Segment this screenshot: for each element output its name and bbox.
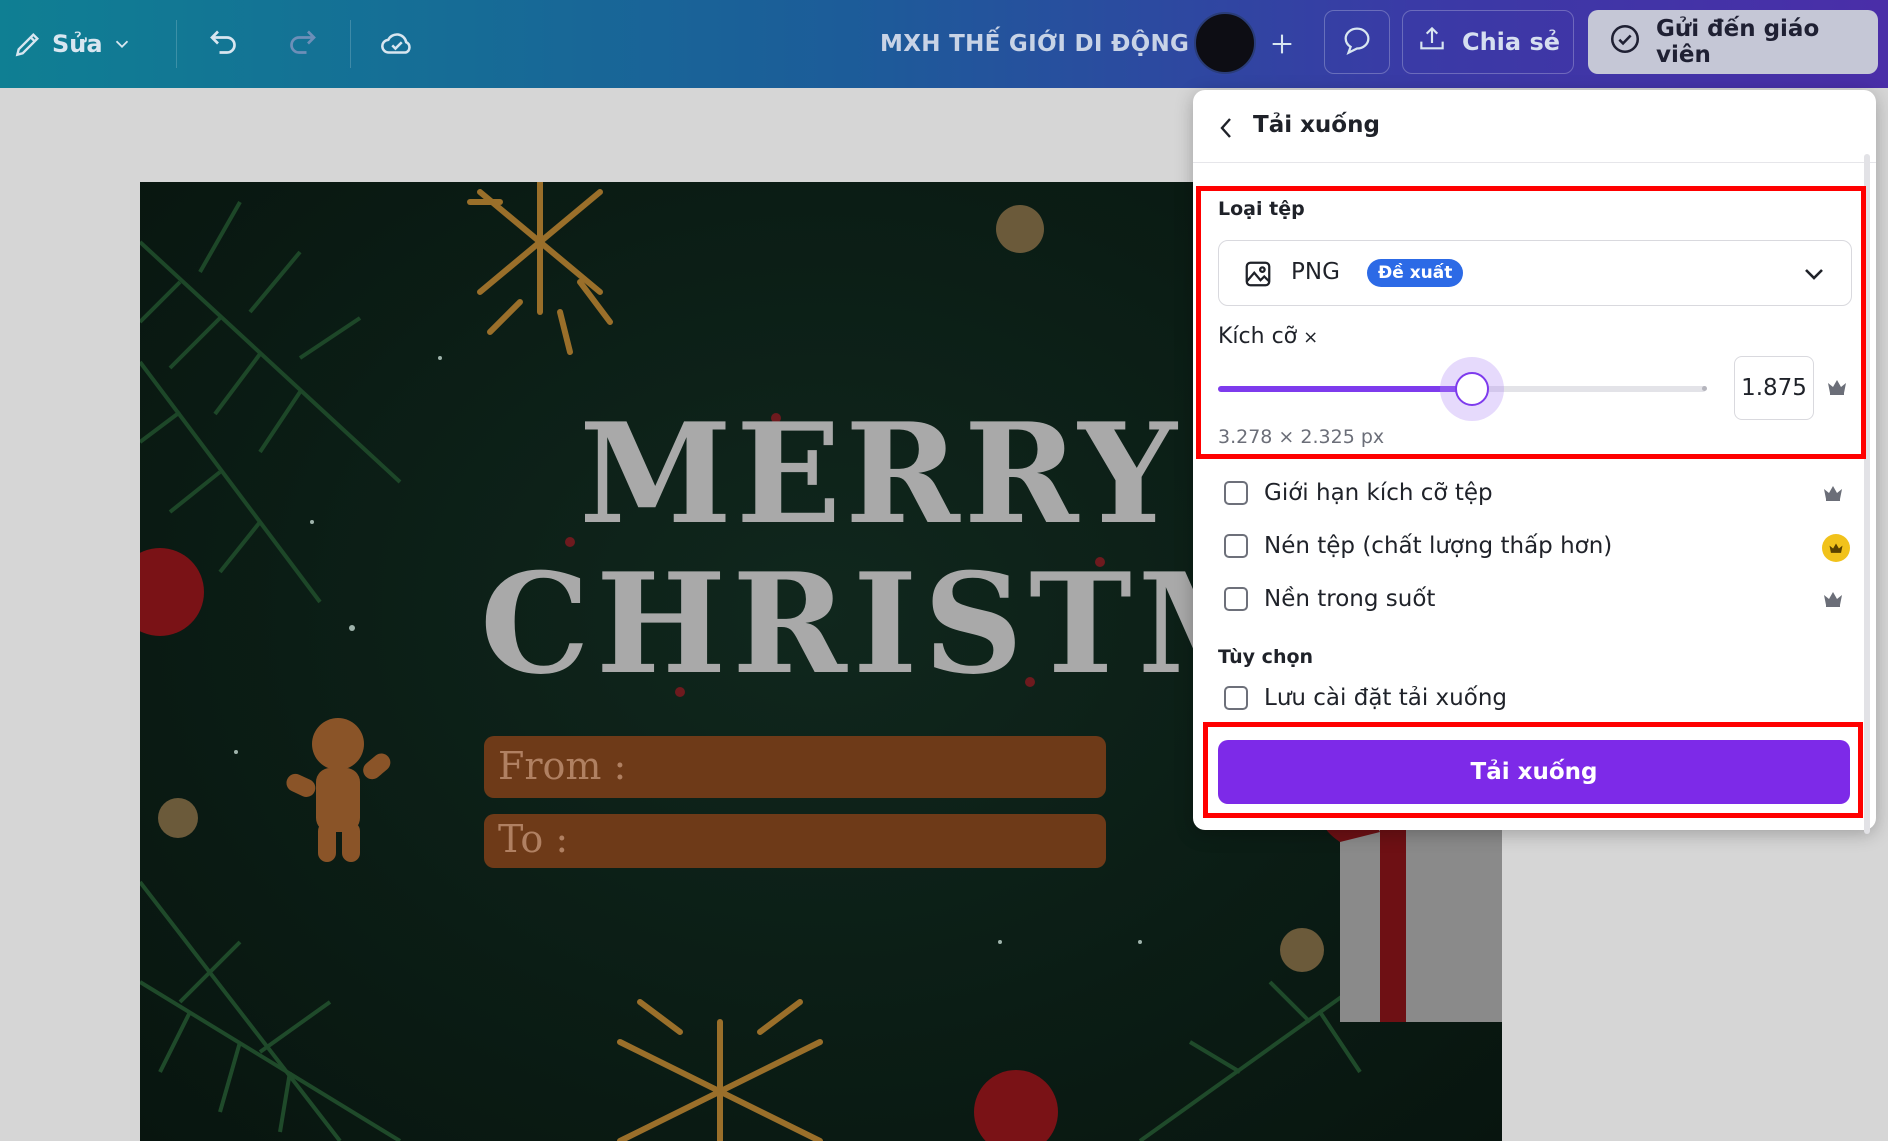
gift-box-decoration [1322, 802, 1502, 1022]
pine-branch-decoration [140, 880, 402, 1141]
premium-crown-icon [1822, 534, 1850, 562]
limit-file-size-option[interactable]: Giới hạn kích cỡ tệp [1224, 480, 1493, 506]
plus-icon [1268, 30, 1296, 58]
option-label: Giới hạn kích cỡ tệp [1264, 480, 1493, 506]
edit-menu-button[interactable]: Sửa [12, 24, 133, 64]
to-field: To : [484, 814, 1106, 868]
ornament-decoration [996, 205, 1044, 253]
cloud-check-icon [378, 24, 416, 62]
option-label: Nền trong suốt [1264, 586, 1436, 612]
options-section-label: Tùy chọn [1218, 646, 1314, 668]
pencil-icon [12, 28, 44, 60]
add-collaborator-button[interactable] [1262, 24, 1302, 64]
greeting-line-1: MERRY [579, 392, 1181, 555]
pine-branch-decoration [140, 201, 402, 604]
checkbox[interactable] [1224, 686, 1248, 710]
document-title[interactable]: MXH THẾ GIỚI DI ĐỘNG [880, 24, 1189, 64]
snowflake-decoration [467, 182, 613, 355]
panel-title: Tải xuống [1253, 112, 1380, 138]
gingerbread-decoration [286, 718, 391, 862]
redo-icon [284, 24, 320, 60]
undo-icon [206, 24, 242, 60]
check-circle-icon [1608, 22, 1642, 62]
ornament-decoration [158, 798, 198, 838]
redo-button[interactable] [284, 24, 320, 60]
ornament-decoration [974, 1070, 1058, 1141]
comment-button[interactable] [1324, 10, 1390, 74]
divider [176, 20, 177, 68]
compress-file-option[interactable]: Nén tệp (chất lượng thấp hơn) [1224, 533, 1612, 559]
upload-icon [1416, 23, 1448, 61]
highlight-box-file-settings [1196, 186, 1866, 459]
checkbox[interactable] [1224, 534, 1248, 558]
highlight-box-download-button [1203, 722, 1863, 818]
back-arrow-icon[interactable] [1217, 116, 1237, 140]
from-field: From : [484, 736, 1106, 798]
option-label: Nén tệp (chất lượng thấp hơn) [1264, 533, 1613, 559]
divider [350, 20, 351, 68]
comment-icon [1340, 23, 1374, 61]
avatar[interactable] [1194, 12, 1256, 74]
cloud-save-button[interactable] [378, 24, 416, 62]
premium-crown-icon [1822, 484, 1844, 506]
send-label: Gửi đến giáo viên [1656, 16, 1820, 68]
chevron-down-icon [111, 33, 133, 55]
option-label: Lưu cài đặt tải xuống [1264, 685, 1507, 711]
checkbox[interactable] [1224, 587, 1248, 611]
save-download-settings-option[interactable]: Lưu cài đặt tải xuống [1224, 685, 1507, 711]
send-to-teacher-button[interactable]: Gửi đến giáo viên [1588, 10, 1878, 74]
top-bar: Sửa MXH THẾ GIỚI DI ĐỘNG Chia sẻ Gửi đến… [0, 0, 1888, 88]
undo-button[interactable] [206, 24, 242, 60]
checkbox[interactable] [1224, 481, 1248, 505]
edit-label: Sửa [52, 30, 103, 58]
ornament-decoration [1280, 928, 1324, 972]
panel-header: Tải xuống [1193, 90, 1876, 163]
share-button[interactable]: Chia sẻ [1402, 10, 1574, 74]
ornament-decoration [140, 548, 204, 636]
share-label: Chia sẻ [1461, 28, 1561, 56]
transparent-background-option[interactable]: Nền trong suốt [1224, 586, 1435, 612]
snowflake-decoration [617, 999, 823, 1141]
premium-crown-icon [1822, 590, 1844, 612]
